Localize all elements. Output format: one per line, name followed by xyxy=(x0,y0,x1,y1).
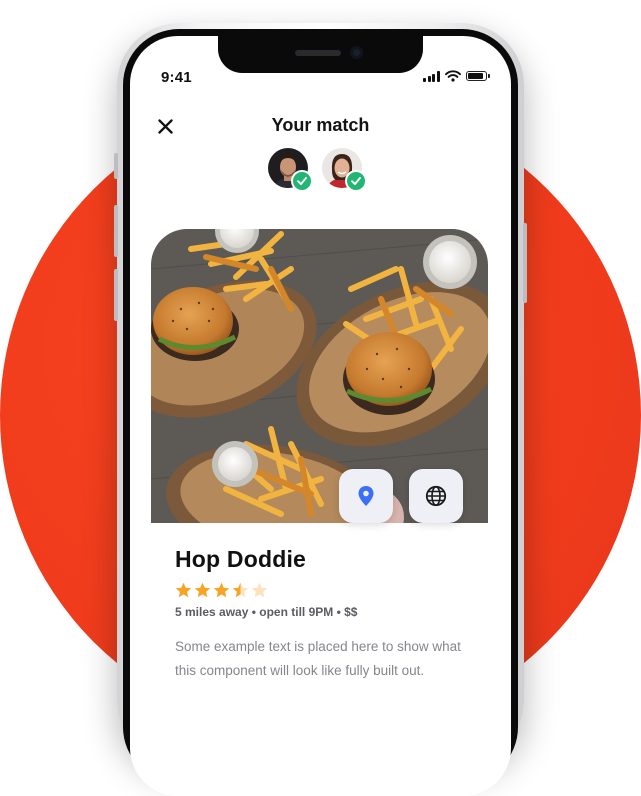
star-icon xyxy=(251,582,268,598)
power-button xyxy=(523,223,527,303)
status-time: 9:41 xyxy=(161,69,192,86)
battery-icon xyxy=(465,71,490,81)
website-button[interactable] xyxy=(409,469,463,523)
star-icon xyxy=(213,582,230,598)
location-button[interactable] xyxy=(339,469,393,523)
star-icon xyxy=(232,582,249,598)
check-icon xyxy=(351,177,361,185)
mute-switch xyxy=(114,153,118,179)
volume-up-button xyxy=(114,205,118,257)
front-camera xyxy=(350,46,363,59)
restaurant-meta: 5 miles away • open till 9PM • $$ xyxy=(175,605,358,619)
star-icon xyxy=(194,582,211,598)
match-avatars xyxy=(266,148,376,194)
star-icon xyxy=(175,582,192,598)
phone-screen: 9:41 Your match Hop Doddie 5 miles away … xyxy=(130,36,511,796)
restaurant-name: Hop Doddie xyxy=(175,546,307,572)
signal-icon xyxy=(423,70,440,82)
rating-stars xyxy=(175,582,465,599)
map-pin-icon xyxy=(358,486,374,506)
phone-frame: 9:41 Your match Hop Doddie 5 miles away … xyxy=(114,23,527,796)
verified-badge xyxy=(291,170,313,192)
verified-badge xyxy=(345,170,367,192)
notch xyxy=(218,36,423,73)
page-title: Your match xyxy=(271,115,370,135)
restaurant-card[interactable]: Hop Doddie 5 miles away • open till 9PM … xyxy=(151,229,488,796)
speaker-grille xyxy=(295,50,341,56)
status-icons xyxy=(423,70,490,82)
check-icon xyxy=(297,177,307,185)
globe-icon xyxy=(425,485,447,507)
volume-down-button xyxy=(114,269,118,321)
wifi-icon xyxy=(444,70,461,82)
restaurant-info: Hop Doddie 5 miles away • open till 9PM … xyxy=(175,546,465,683)
restaurant-description: Some example text is placed here to show… xyxy=(175,639,461,678)
